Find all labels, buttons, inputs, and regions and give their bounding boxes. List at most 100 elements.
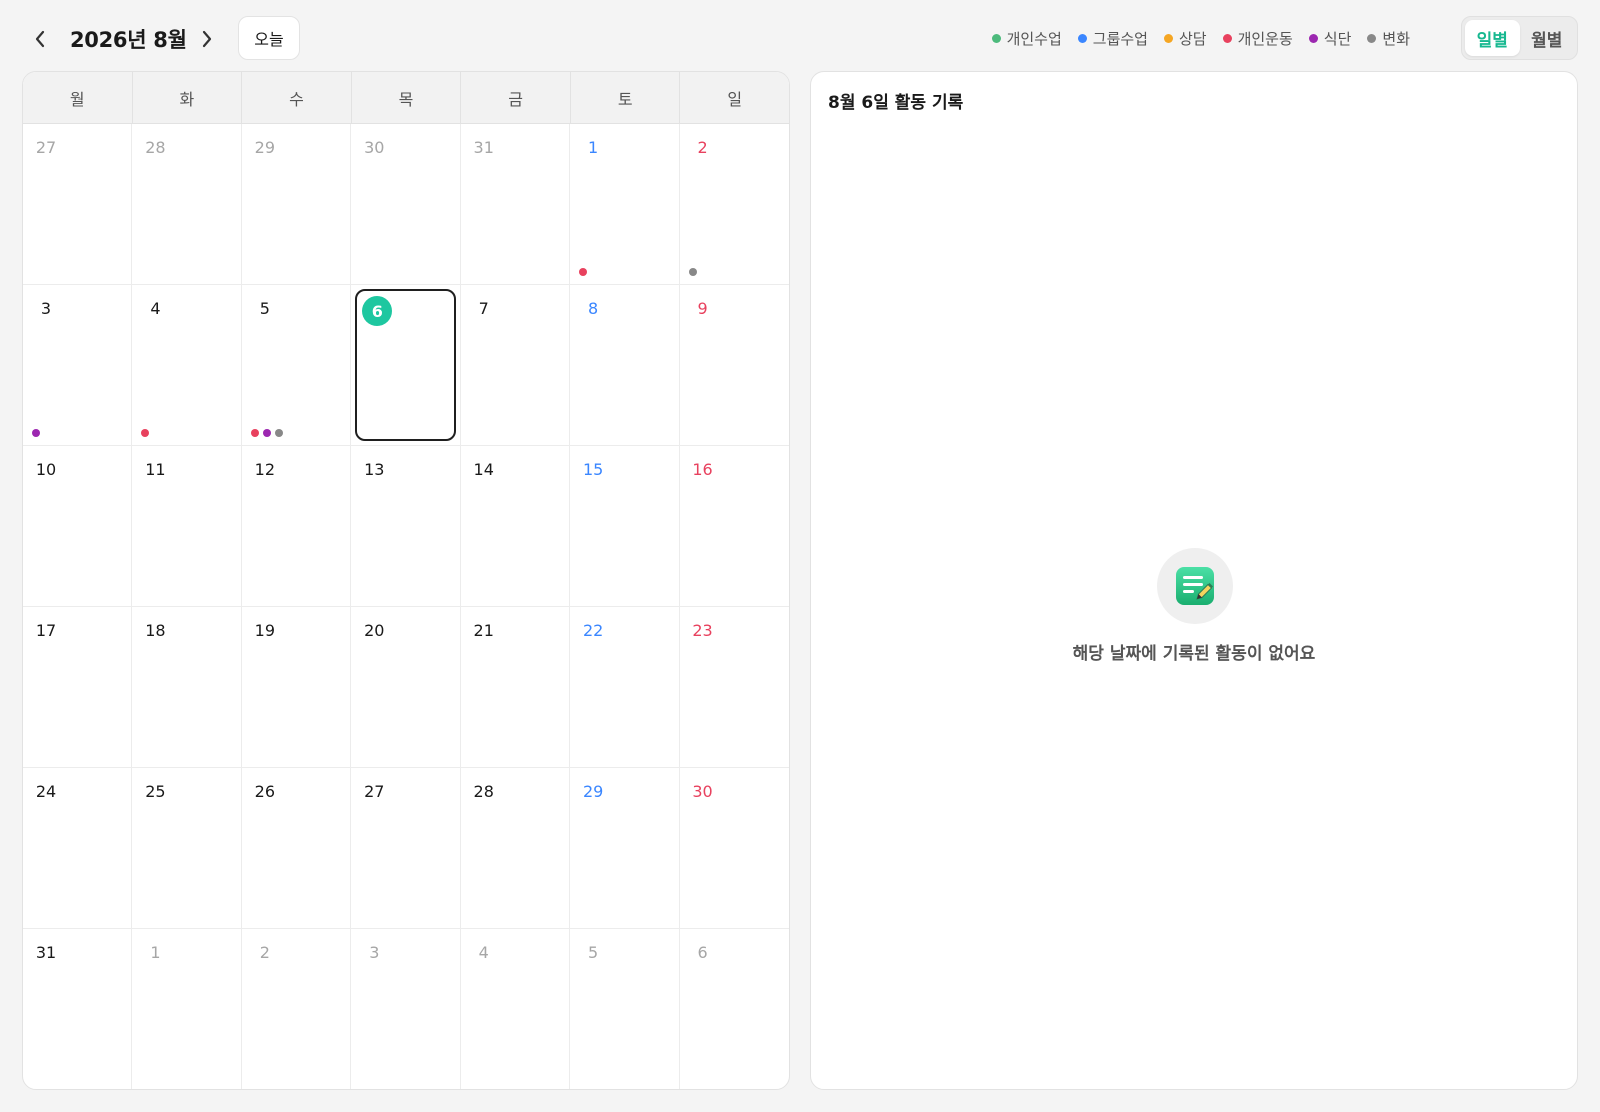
calendar-day-cell[interactable]: 5 [241,285,352,446]
day-number: 16 [692,460,713,479]
activity-dot [579,268,588,276]
legend-label: 개인수업 [1006,30,1062,48]
activity-dot [274,429,283,437]
calendar-day-cell[interactable]: 26 [241,768,352,929]
day-number: 3 [40,299,52,318]
calendar-day-cell[interactable]: 12 [241,446,352,607]
day-number: 30 [692,782,713,801]
next-month-button[interactable] [189,22,225,56]
calendar-day-cell[interactable]: 16 [679,446,789,607]
calendar-day-cell[interactable]: 1 [132,929,242,1089]
calendar-day-cell[interactable]: 15 [570,446,680,607]
calendar-day-cell[interactable]: 8 [570,285,680,446]
calendar-day-cell[interactable]: 25 [132,768,242,929]
calendar-day-cell[interactable]: 31 [460,124,571,285]
activity-dot [250,429,259,437]
prev-month-button[interactable] [22,22,58,56]
monthly-view-button[interactable]: 월별 [1520,20,1575,56]
activity-dot [141,429,150,437]
activity-dots [32,429,40,437]
activity-panel: 8월 6일 활동 기록 해당 날짜에 기록된 활동이 없어요 [810,71,1578,1090]
calendar-day-cell[interactable]: 29 [570,768,680,929]
calendar-day-cell[interactable]: 10 [23,446,133,607]
legend-label: 변화 [1382,30,1410,48]
activity-dot [32,429,40,437]
day-number: 21 [473,621,494,640]
daily-view-button[interactable]: 일별 [1465,20,1520,56]
legend-dot [1222,34,1232,43]
day-number: 28 [145,138,166,157]
activity-dots [579,268,588,276]
day-number: 5 [588,943,599,962]
weekday-label: 금 [461,72,571,123]
day-number: 29 [582,782,604,801]
day-number: 8 [588,299,599,318]
day-number: 5 [259,299,270,318]
activity-dots [141,429,150,437]
day-number: 22 [582,621,604,640]
calendar-day-cell[interactable]: 2 [679,124,789,285]
day-number: 4 [150,299,161,318]
calendar-day-cell[interactable]: 28 [460,768,571,929]
day-number: 14 [473,460,494,479]
day-number: 11 [145,460,166,479]
calendar-day-cell[interactable]: 14 [460,446,571,607]
view-toggle: 일별 월별 [1461,16,1578,60]
calendar-day-cell[interactable]: 3 [23,285,133,446]
calendar-grid: 27 28 29 30 31 1 2 3 4 5 6 7 8 9 10 11 12 13 14 15 16 17 18 19 2… [23,124,789,1089]
calendar-day-cell[interactable]: 18 [132,607,242,768]
calendar-day-cell[interactable]: 9 [679,285,789,446]
legend-dot [991,34,1001,43]
calendar-day-cell[interactable]: 4 [132,285,242,446]
calendar-day-cell[interactable]: 27 [351,768,461,929]
day-number: 4 [478,943,489,962]
weekday-label: 목 [352,72,462,123]
calendar-day-cell[interactable]: 22 [570,607,680,768]
calendar-day-cell[interactable]: 5 [570,929,680,1089]
calendar-day-cell[interactable]: 13 [351,446,461,607]
calendar-day-cell[interactable]: 30 [351,124,461,285]
legend-item: 식단 [1308,28,1351,49]
calendar-day-cell[interactable]: 6 [351,285,461,446]
calendar-day-cell[interactable]: 4 [461,929,571,1089]
day-number: 2 [697,138,708,157]
activity-dot [688,268,697,276]
day-number: 13 [364,460,385,479]
calendar-day-cell[interactable]: 1 [570,124,680,285]
calendar: 월화수목금토일 27 28 29 30 31 1 2 3 4 5 6 7 8 9 10 11 12 13 14 15 1… [22,71,790,1090]
calendar-day-cell[interactable]: 28 [132,124,242,285]
calendar-day-cell[interactable]: 3 [351,929,461,1089]
calendar-day-cell[interactable]: 7 [460,285,571,446]
calendar-day-cell[interactable]: 23 [679,607,789,768]
calendar-day-cell[interactable]: 29 [241,124,352,285]
day-number: 12 [254,460,276,479]
calendar-day-cell[interactable]: 30 [679,768,789,929]
calendar-day-cell[interactable]: 21 [460,607,571,768]
calendar-day-cell[interactable]: 20 [351,607,461,768]
legend: 개인수업 그룹수업 상담 개인운동 식단 변화 [991,28,1410,49]
weekday-label: 수 [242,72,352,123]
legend-item: 변화 [1367,28,1410,49]
legend-dot [1077,34,1087,43]
calendar-day-cell[interactable]: 19 [241,607,352,768]
legend-label: 그룹수업 [1092,30,1148,48]
calendar-day-cell[interactable]: 6 [680,929,789,1089]
calendar-day-cell[interactable]: 31 [23,929,133,1089]
calendar-day-cell[interactable]: 17 [23,607,133,768]
legend-item: 상담 [1163,28,1207,49]
day-number: 28 [473,782,494,801]
day-number: 20 [364,621,385,640]
day-number: 26 [254,782,276,801]
day-number: 30 [364,138,385,157]
day-number: 24 [35,782,57,801]
top-bar: 2026년 8월 오늘 개인수업 그룹수업 상담 개인운동 식단 변화 일별 월별 [0,0,1600,70]
today-button[interactable]: 오늘 [238,16,300,60]
calendar-day-cell[interactable]: 24 [23,768,133,929]
calendar-day-cell[interactable]: 11 [132,446,242,607]
legend-label: 개인운동 [1237,30,1293,48]
legend-label: 상담 [1178,30,1207,48]
today-day-number: 6 [362,296,393,326]
calendar-day-cell[interactable]: 2 [242,929,352,1089]
calendar-day-cell[interactable]: 27 [23,124,133,285]
day-number: 15 [582,460,604,479]
